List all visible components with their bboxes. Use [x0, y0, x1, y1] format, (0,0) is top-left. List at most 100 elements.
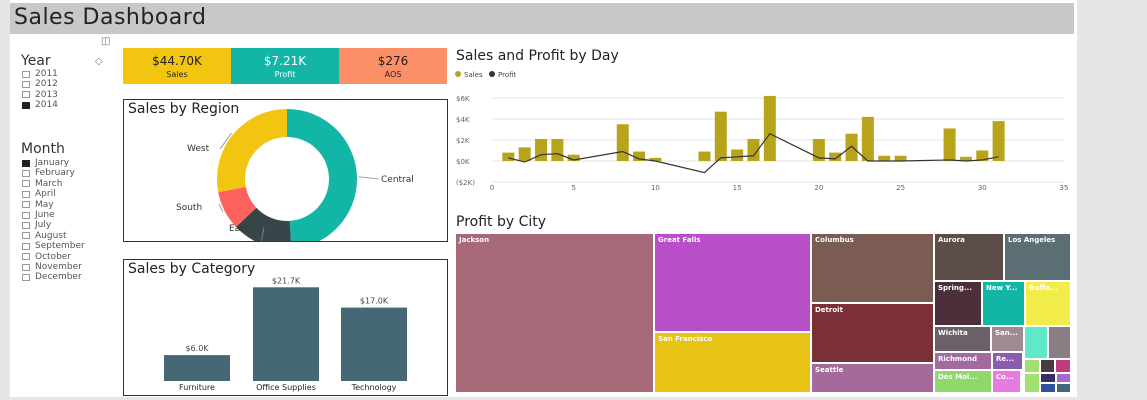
treemap-cell[interactable]: Seattle: [811, 363, 934, 393]
treemap-cell-label: San...: [995, 329, 1018, 337]
year-slicer-list: 2011 2012 2013 2014: [22, 69, 58, 111]
treemap-cell[interactable]: San...: [991, 326, 1024, 352]
sales-bar[interactable]: [518, 147, 531, 161]
treemap-cell[interactable]: New Y...: [982, 281, 1025, 326]
month-option[interactable]: August: [22, 231, 85, 241]
year-option[interactable]: 2014: [22, 100, 58, 110]
treemap-cell[interactable]: Richmond: [934, 352, 992, 370]
checkbox[interactable]: [22, 70, 30, 78]
checkbox[interactable]: [22, 201, 30, 209]
sales-bar[interactable]: [943, 128, 956, 161]
treemap-cell[interactable]: Los Angeles: [1004, 233, 1071, 281]
y-tick-label: $4K: [456, 116, 470, 124]
sales-bar[interactable]: [714, 111, 727, 161]
sales-bar[interactable]: [698, 151, 711, 161]
checkbox[interactable]: [22, 222, 30, 230]
month-option[interactable]: June: [22, 210, 85, 220]
checkbox[interactable]: [22, 159, 30, 167]
month-option[interactable]: October: [22, 252, 85, 262]
donut-leader-line: [358, 176, 380, 180]
treemap-cell-small[interactable]: [1040, 359, 1055, 373]
treemap-cell[interactable]: Spring...: [934, 281, 982, 326]
kpi-card-profit[interactable]: $7.21K Profit: [231, 48, 339, 84]
treemap-cell-small[interactable]: [1056, 383, 1071, 393]
treemap-cell-small[interactable]: [1048, 326, 1071, 359]
treemap-cell-small[interactable]: [1024, 359, 1040, 373]
focus-mode-icon[interactable]: ◫: [101, 36, 110, 47]
checkbox[interactable]: [22, 101, 30, 109]
category-bar-value: $21.7K: [272, 276, 301, 285]
category-axis-label: Technology: [351, 383, 397, 392]
checkbox[interactable]: [22, 253, 30, 261]
treemap-cell[interactable]: Great Falls: [654, 233, 811, 332]
sales-bar[interactable]: [992, 121, 1005, 161]
checkbox[interactable]: [22, 170, 30, 178]
checkbox[interactable]: [22, 91, 30, 99]
year-option[interactable]: 2013: [22, 90, 58, 100]
treemap-cell-small[interactable]: [1024, 373, 1040, 393]
treemap-cell-small[interactable]: [1055, 359, 1071, 373]
year-option[interactable]: 2011: [22, 69, 58, 79]
checkbox[interactable]: [22, 211, 30, 219]
treemap-cell-label: Richmond: [938, 355, 978, 363]
month-option[interactable]: April: [22, 189, 85, 199]
month-option-label: February: [35, 168, 75, 179]
sales-bar[interactable]: [731, 149, 744, 161]
treemap-cell-label: Columbus: [815, 236, 854, 244]
treemap-cell[interactable]: Wichita: [934, 326, 991, 352]
month-option[interactable]: November: [22, 262, 85, 272]
category-bar[interactable]: [253, 287, 319, 381]
month-option[interactable]: December: [22, 272, 85, 282]
treemap-cell[interactable]: Buffa...: [1025, 281, 1071, 326]
kpi-card-sales[interactable]: $44.70K Sales: [123, 48, 231, 84]
treemap-cell[interactable]: Jackson: [455, 233, 654, 393]
category-bar[interactable]: [341, 307, 407, 381]
treemap-cell-small[interactable]: [1040, 383, 1056, 393]
treemap-cell[interactable]: Re...: [992, 352, 1023, 370]
treemap-cell[interactable]: Des Moi...: [934, 370, 992, 393]
treemap-cell[interactable]: Aurora: [934, 233, 1004, 281]
donut-slice-central[interactable]: [287, 109, 357, 241]
sales-bar[interactable]: [829, 152, 842, 161]
eraser-icon[interactable]: ◇: [95, 56, 103, 67]
checkbox[interactable]: [22, 232, 30, 240]
sales-bar[interactable]: [861, 116, 874, 161]
sales-bar[interactable]: [551, 138, 564, 161]
month-option[interactable]: September: [22, 241, 85, 251]
category-bar[interactable]: [164, 355, 230, 381]
sales-bar[interactable]: [894, 155, 907, 161]
y-tick-label: $0K: [456, 158, 470, 166]
treemap-cell-small[interactable]: [1024, 326, 1048, 359]
sales-bar[interactable]: [502, 152, 515, 161]
month-option[interactable]: July: [22, 220, 85, 230]
treemap-cell-small[interactable]: [1056, 373, 1071, 383]
sales-profit-by-day-chart[interactable]: Sales Profit ($2K) $0K $2K $4K $6K 0 5 10 15 20 25 30…: [452, 64, 1072, 209]
checkbox[interactable]: [22, 190, 30, 198]
checkbox[interactable]: [22, 180, 30, 188]
checkbox[interactable]: [22, 242, 30, 250]
sales-bar[interactable]: [763, 95, 776, 161]
checkbox[interactable]: [22, 81, 30, 89]
month-option[interactable]: January: [22, 158, 85, 168]
treemap-cell[interactable]: Columbus: [811, 233, 934, 303]
month-option-label: June: [35, 209, 55, 220]
month-option[interactable]: February: [22, 168, 85, 178]
treemap-cell[interactable]: Detroit: [811, 303, 934, 363]
sales-bar[interactable]: [878, 155, 891, 161]
sales-by-region-panel[interactable]: Sales by Region Central East South West: [123, 99, 448, 242]
sales-by-category-panel[interactable]: Sales by Category $6.0K Furniture $21.7K Of…: [123, 259, 448, 396]
month-option[interactable]: May: [22, 200, 85, 210]
checkbox[interactable]: [22, 273, 30, 281]
treemap-cell[interactable]: San Francisco: [654, 332, 811, 393]
kpi-card-aos[interactable]: $276 AOS: [339, 48, 447, 84]
checkbox[interactable]: [22, 263, 30, 271]
sales-bar[interactable]: [616, 124, 629, 161]
treemap-cell-small[interactable]: [1040, 373, 1056, 383]
year-option[interactable]: 2012: [22, 79, 58, 89]
sales-bar[interactable]: [845, 133, 858, 161]
sales-bar[interactable]: [535, 138, 548, 161]
treemap-cell[interactable]: Co...: [992, 370, 1021, 393]
month-option[interactable]: March: [22, 179, 85, 189]
donut-slice-west[interactable]: [217, 109, 287, 193]
profit-by-city-treemap[interactable]: Jackson Great Falls San Francisco Columbus D…: [455, 233, 1071, 393]
